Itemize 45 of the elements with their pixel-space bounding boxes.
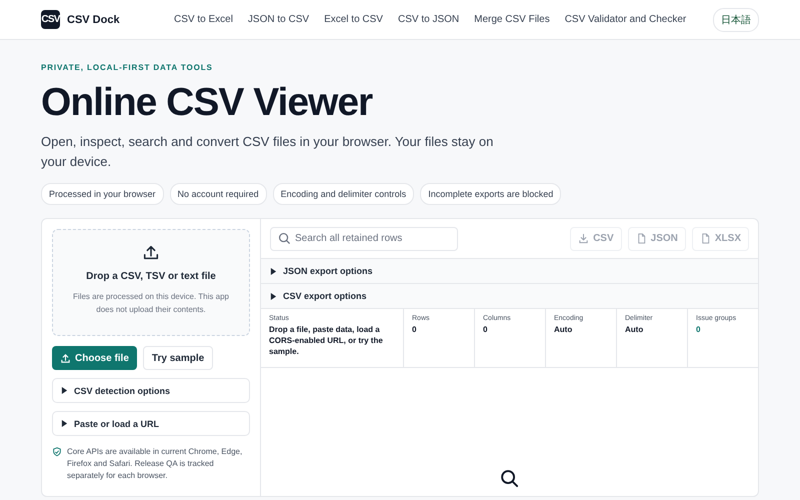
stat-value: 0 bbox=[412, 324, 418, 335]
triangle-icon bbox=[270, 292, 277, 300]
disclosure-toggle[interactable]: JSON export options bbox=[261, 259, 758, 284]
stat-value: 0 bbox=[696, 324, 702, 335]
feature-chip: Encoding and delimiter controls bbox=[272, 183, 414, 205]
support-note: Core APIs are available in current Chrome, Edge, Firefox and Safari. Release QA is tracked separately for each browser. bbox=[67, 446, 244, 482]
drop-title: Drop a CSV, TSV or text file bbox=[86, 271, 216, 282]
stat-value: Drop a file, paste data, load a CORS-enabled URL, or try the sample. bbox=[269, 324, 384, 357]
logo[interactable]: CSV bbox=[41, 10, 60, 29]
upload-icon bbox=[142, 244, 160, 262]
nav-link[interactable]: Excel to CSV bbox=[324, 14, 383, 25]
nav-link[interactable]: CSV to Excel bbox=[174, 14, 233, 25]
nav-link[interactable]: Merge CSV Files bbox=[474, 14, 550, 25]
download-icon bbox=[578, 233, 590, 244]
disclosure-toggle[interactable]: CSV detection options bbox=[52, 378, 250, 403]
triangle-icon bbox=[270, 268, 277, 274]
shield-icon bbox=[52, 447, 62, 457]
triangle-icon bbox=[61, 387, 68, 394]
search-icon bbox=[500, 469, 519, 488]
brand-name[interactable]: CSV Dock bbox=[67, 14, 120, 26]
file-icon bbox=[700, 233, 711, 244]
feature-chip: Incomplete exports are blocked bbox=[420, 183, 562, 205]
nav-link[interactable]: JSON to CSV bbox=[248, 14, 310, 25]
page-subtitle: Open, inspect, search and convert CSV files in your browser. Your files stay on your device. bbox=[41, 133, 494, 171]
upload-icon bbox=[60, 352, 71, 364]
triangle-icon bbox=[61, 420, 68, 427]
page-title: Online CSV Viewer bbox=[41, 80, 374, 126]
drop-zone[interactable]: Drop a CSV, TSV or text file Files are processed on this device. This app does not upload their contents. bbox=[52, 229, 250, 336]
eyebrow-text: PRIVATE, LOCAL-FIRST DATA TOOLS bbox=[41, 63, 214, 72]
drop-note: Files are processed on this device. This app does not upload their contents. bbox=[72, 291, 230, 316]
feature-chip: No account required bbox=[170, 183, 267, 205]
search-field[interactable]: Search all retained rows bbox=[270, 226, 458, 250]
file-icon bbox=[636, 233, 647, 244]
stat-value: 0 bbox=[483, 324, 488, 335]
try-sample-button[interactable]: Try sample bbox=[142, 346, 214, 370]
feature-chip: Processed in your browser bbox=[41, 183, 164, 205]
choose-file-button[interactable]: Choose file bbox=[52, 346, 137, 370]
stat-value: Auto bbox=[625, 324, 644, 335]
disclosure-toggle[interactable]: CSV export options bbox=[261, 284, 758, 309]
language-button[interactable]: 日本語 bbox=[713, 8, 759, 32]
nav-link[interactable]: CSV to JSON bbox=[398, 14, 460, 25]
nav-link[interactable]: CSV Validator and Checker bbox=[564, 14, 686, 25]
disclosure-toggle[interactable]: Paste or load a URL bbox=[52, 411, 250, 436]
stat-value: Auto bbox=[554, 324, 574, 335]
search-icon bbox=[278, 232, 291, 244]
